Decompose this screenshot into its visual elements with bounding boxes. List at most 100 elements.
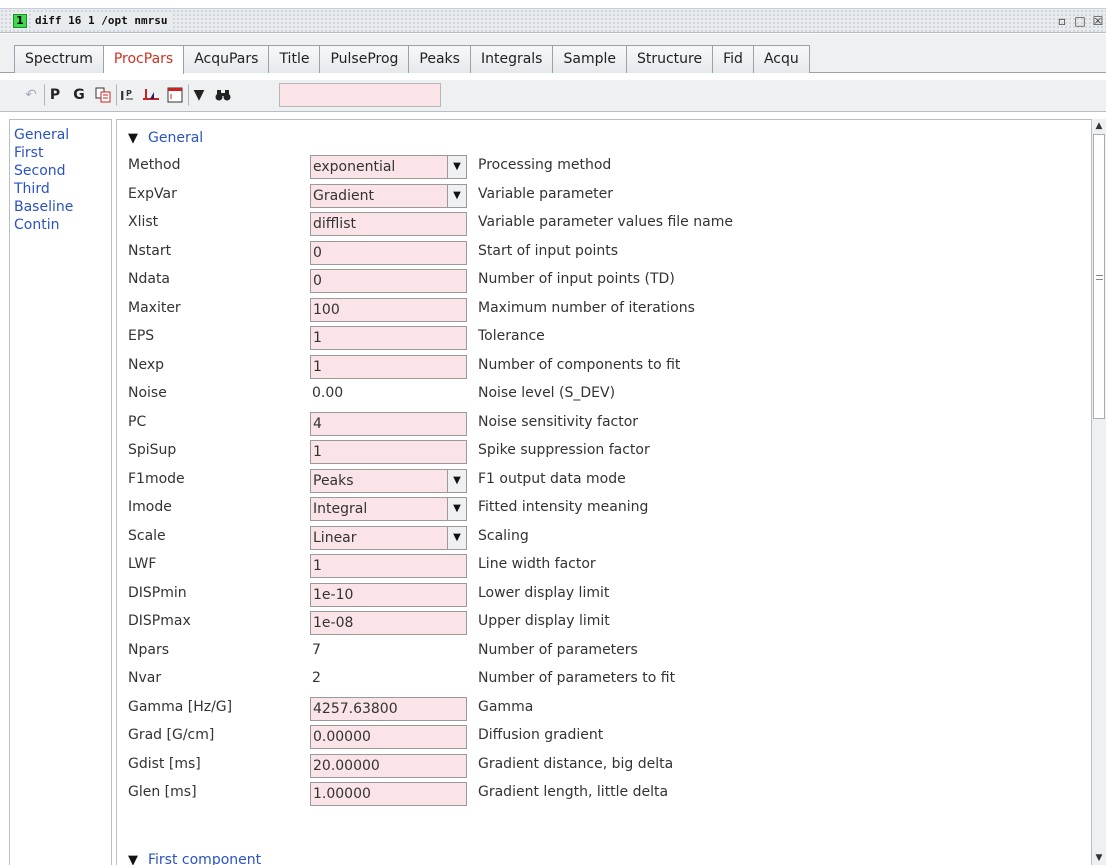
window-title-bar[interactable]: 1 diff 16 1 /opt nmrsu ▫ □ ☒ (0, 9, 1106, 33)
param-label: SpiSup (128, 442, 177, 458)
undo-icon[interactable]: ↶ (20, 84, 42, 106)
dropdown-arrow-icon[interactable]: ▼ (447, 498, 466, 520)
param-input[interactable]: 1e-10 (310, 583, 467, 607)
param-input[interactable]: 1 (310, 326, 467, 350)
tab-structure[interactable]: Structure (626, 45, 714, 73)
dropdown-value: Integral (313, 501, 368, 517)
parameter-g-button[interactable]: G (68, 84, 90, 106)
param-input[interactable]: 1.00000 (310, 782, 467, 806)
nav-item-second[interactable]: Second (10, 162, 111, 180)
param-description: F1 output data mode (478, 471, 626, 487)
param-description: Processing method (478, 157, 612, 173)
scroll-up-icon[interactable]: ▲ (1092, 119, 1106, 133)
tab-integrals[interactable]: Integrals (470, 45, 554, 73)
param-label: Ndata (128, 271, 171, 287)
param-description: Spike suppression factor (478, 442, 650, 458)
param-input[interactable]: 0.00000 (310, 725, 467, 749)
tab-pulseprog[interactable]: PulseProg (320, 45, 410, 73)
param-input[interactable]: 0 (310, 241, 467, 265)
param-input[interactable]: 1 (310, 355, 467, 379)
dropdown-arrow-icon[interactable]: ▼ (447, 470, 466, 492)
param-description: Gamma (478, 699, 534, 715)
search-input[interactable] (279, 83, 441, 107)
param-readonly-value: 7 (312, 642, 321, 658)
param-dropdown[interactable]: Gradient ▼ (310, 184, 467, 208)
param-input[interactable]: 100 (310, 298, 467, 322)
pulse-program-icon[interactable] (140, 84, 162, 106)
tab-fid[interactable]: Fid (713, 45, 754, 73)
vertical-scrollbar[interactable]: ▲ ▼ (1091, 119, 1106, 865)
maximize-icon[interactable]: □ (1072, 13, 1088, 29)
param-readonly-value: 2 (312, 670, 321, 686)
param-description: Line width factor (478, 556, 596, 572)
param-row: Ndata 0 Number of input points (TD) (128, 268, 1068, 293)
param-input[interactable]: 4 (310, 412, 467, 436)
minimize-icon[interactable]: ▫ (1054, 13, 1070, 29)
spectrum-window-icon[interactable] (164, 84, 186, 106)
toolbar: ↶ P G IP ▼ (0, 80, 1106, 112)
scrollbar-thumb[interactable] (1093, 134, 1105, 419)
svg-text:P: P (126, 89, 132, 98)
param-label: Maxiter (128, 300, 181, 316)
param-input[interactable]: 1 (310, 440, 467, 464)
param-input[interactable]: 1 (310, 554, 467, 578)
param-row: Grad [G/cm] 0.00000 Diffusion gradient (128, 724, 1068, 749)
param-description: Tolerance (478, 328, 545, 344)
param-description: Noise sensitivity factor (478, 414, 639, 430)
param-description: Noise level (S_DEV) (478, 385, 616, 401)
dropdown-arrow-icon[interactable]: ▼ (447, 156, 466, 178)
param-row: F1mode Peaks ▼ F1 output data mode (128, 468, 1068, 493)
tab-procpars[interactable]: ProcPars (103, 45, 185, 74)
param-input[interactable]: 1e-08 (310, 611, 467, 635)
param-input[interactable]: 20.00000 (310, 754, 467, 778)
copy-parameters-icon[interactable] (92, 84, 114, 106)
param-input[interactable]: 4257.63800 (310, 697, 467, 721)
close-icon[interactable]: ☒ (1090, 13, 1106, 29)
section-title: General (148, 130, 204, 146)
param-label: DISPmax (128, 613, 191, 629)
nav-item-contin[interactable]: Contin (10, 216, 111, 234)
param-row: Scale Linear ▼ Scaling (128, 525, 1068, 550)
param-row: DISPmin 1e-10 Lower display limit (128, 582, 1068, 607)
dropdown-value: Peaks (313, 473, 354, 489)
param-dropdown[interactable]: exponential ▼ (310, 155, 467, 179)
nav-item-first[interactable]: First (10, 144, 111, 162)
param-label: Nstart (128, 243, 172, 259)
section-general-header[interactable]: ▼ General (128, 127, 203, 149)
param-description: Number of parameters (478, 642, 638, 658)
nav-item-baseline[interactable]: Baseline (10, 198, 111, 216)
param-dropdown[interactable]: Linear ▼ (310, 526, 467, 550)
param-row: LWF 1 Line width factor (128, 553, 1068, 578)
scroll-down-icon[interactable]: ▼ (1092, 851, 1106, 865)
tab-peaks[interactable]: Peaks (409, 45, 471, 73)
parameter-panel: ▼ General Method exponential ▼ Processing me… (116, 119, 1091, 865)
tab-acqu[interactable]: Acqu (753, 45, 810, 73)
param-dropdown[interactable]: Peaks ▼ (310, 469, 467, 493)
param-description: Lower display limit (478, 585, 610, 601)
param-label: ExpVar (128, 186, 177, 202)
tab-spectrum[interactable]: Spectrum (14, 45, 104, 73)
param-row: Gdist [ms] 20.00000 Gradient distance, big… (128, 753, 1068, 778)
dropdown-arrow-icon[interactable]: ▼ (447, 185, 466, 207)
sort-parameters-icon[interactable]: IP (116, 84, 138, 106)
param-description: Gradient distance, big delta (478, 756, 674, 772)
param-row: Nexp 1 Number of components to fit (128, 354, 1068, 379)
nav-item-general[interactable]: General (10, 126, 111, 144)
filter-icon[interactable]: ▼ (188, 84, 210, 106)
param-input[interactable]: 0 (310, 269, 467, 293)
dropdown-arrow-icon[interactable]: ▼ (447, 527, 466, 549)
binoculars-search-icon[interactable] (212, 84, 234, 106)
nav-item-third[interactable]: Third (10, 180, 111, 198)
collapse-triangle-icon[interactable]: ▼ (128, 131, 138, 146)
param-dropdown[interactable]: Integral ▼ (310, 497, 467, 521)
collapse-triangle-icon[interactable]: ▼ (128, 853, 138, 865)
tab-acqupars[interactable]: AcquPars (184, 45, 270, 73)
parameter-section-nav: General First Second Third Baseline Contin (9, 119, 112, 865)
tab-title[interactable]: Title (269, 45, 321, 73)
parameter-p-button[interactable]: P (44, 84, 66, 106)
section-first-component-header[interactable]: ▼ First component (128, 849, 261, 865)
param-description: Upper display limit (478, 613, 610, 629)
param-input[interactable]: difflist (310, 212, 467, 236)
param-row: Glen [ms] 1.00000 Gradient length, little … (128, 781, 1068, 806)
tab-sample[interactable]: Sample (553, 45, 627, 73)
